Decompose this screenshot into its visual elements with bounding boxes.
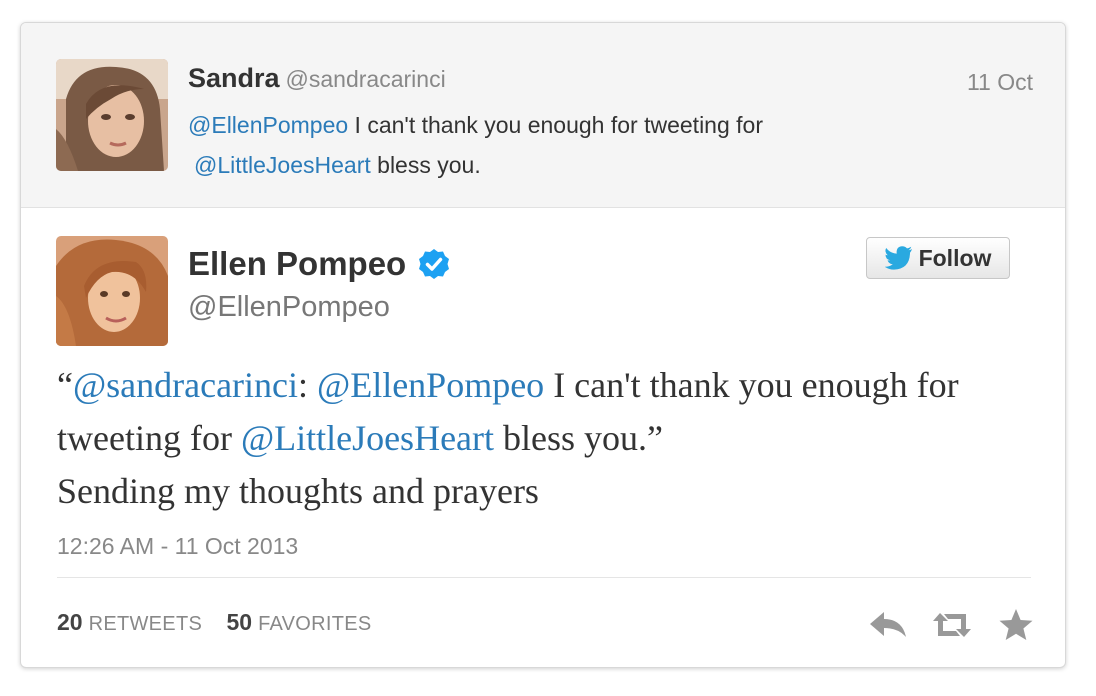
favorites-label: FAVORITES xyxy=(258,613,372,635)
tweet-text-segment: Sending my thoughts and prayers xyxy=(57,471,539,511)
main-author: Ellen Pompeo xyxy=(188,245,450,283)
verified-badge-icon xyxy=(418,248,450,280)
divider xyxy=(57,577,1031,578)
retweets-stat[interactable]: 20 RETWEETS xyxy=(57,609,202,635)
quote-mark: “ xyxy=(57,365,73,405)
retweet-icon[interactable] xyxy=(930,603,974,647)
follow-button[interactable]: Follow xyxy=(866,237,1010,279)
tweet-text-segment: I can't thank you enough for tweeting fo… xyxy=(348,112,763,138)
tweet-actions xyxy=(866,603,1038,647)
reply-icon[interactable] xyxy=(866,603,910,647)
tweet-timestamp[interactable]: 12:26 AM - 11 Oct 2013 xyxy=(57,533,298,560)
mention-link[interactable]: @EllenPompeo xyxy=(317,365,544,405)
tweet-card: Sandra @sandracarinci 11 Oct @EllenPompeo… xyxy=(20,22,1066,668)
mention-link[interactable]: @EllenPompeo xyxy=(188,112,348,138)
favorite-star-icon[interactable] xyxy=(994,603,1038,647)
mention-link[interactable]: @sandracarinci xyxy=(73,365,298,405)
tweet-text-segment: bless you. xyxy=(370,152,481,178)
ellen-avatar[interactable] xyxy=(56,236,168,346)
retweets-count: 20 xyxy=(57,609,83,635)
parent-author-handle[interactable]: @sandracarinci xyxy=(286,66,446,92)
tweet-text-segment: : xyxy=(298,365,318,405)
parent-tweet-date[interactable]: 11 Oct xyxy=(967,69,1033,96)
main-author-name[interactable]: Ellen Pompeo xyxy=(188,245,406,283)
main-tweet-text: “@sandracarinci: @EllenPompeo I can't th… xyxy=(57,359,1017,518)
retweets-label: RETWEETS xyxy=(88,613,203,635)
main-author-handle[interactable]: @EllenPompeo xyxy=(188,291,390,324)
parent-tweet-text: @EllenPompeo I can't thank you enough fo… xyxy=(188,105,908,185)
tweet-stats: 20 RETWEETS 50 FAVORITES xyxy=(57,609,390,636)
mention-link[interactable]: @LittleJoesHeart xyxy=(241,418,494,458)
sandra-avatar[interactable] xyxy=(56,59,168,171)
twitter-bird-icon xyxy=(884,246,912,270)
tweet-text-segment: bless you.” xyxy=(494,418,663,458)
follow-button-label: Follow xyxy=(918,244,992,271)
parent-tweet[interactable]: Sandra @sandracarinci 11 Oct @EllenPompeo… xyxy=(21,23,1065,208)
favorites-stat[interactable]: 50 FAVORITES xyxy=(227,609,372,635)
favorites-count: 50 xyxy=(226,609,253,635)
parent-author-name[interactable]: Sandra xyxy=(188,63,280,93)
mention-link[interactable]: @LittleJoesHeart xyxy=(194,152,371,178)
parent-author: Sandra @sandracarinci xyxy=(188,63,446,94)
